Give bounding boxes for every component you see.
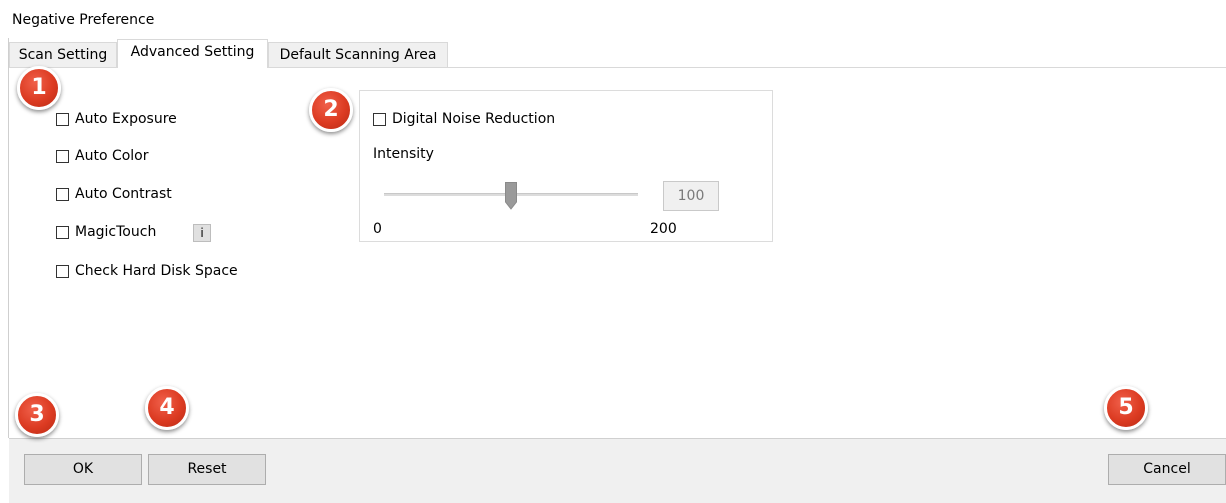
auto-contrast-checkbox[interactable] bbox=[56, 187, 69, 201]
tab-advanced-setting[interactable]: Advanced Setting bbox=[117, 39, 268, 68]
callout-1: 1 bbox=[17, 66, 61, 110]
tab-default-scanning-area[interactable]: Default Scanning Area bbox=[268, 42, 448, 67]
auto-color-checkbox[interactable] bbox=[56, 149, 69, 163]
slider-min-label: 0 bbox=[373, 221, 382, 237]
intensity-slider-thumb[interactable] bbox=[505, 182, 517, 210]
auto-exposure-label: Auto Exposure bbox=[75, 111, 177, 127]
auto-exposure-checkbox[interactable] bbox=[56, 112, 69, 126]
magictouch-checkbox[interactable] bbox=[56, 225, 69, 239]
magictouch-label: MagicTouch bbox=[75, 224, 157, 240]
check-hard-disk-space-option[interactable]: Check Hard Disk Space bbox=[56, 261, 238, 281]
reset-button[interactable]: Reset bbox=[148, 454, 266, 485]
intensity-label: Intensity bbox=[373, 146, 434, 162]
ok-button[interactable]: OK bbox=[24, 454, 142, 485]
check-hard-disk-space-checkbox[interactable] bbox=[56, 264, 69, 278]
digital-noise-reduction-option[interactable]: Digital Noise Reduction bbox=[373, 109, 555, 129]
dialog-border bbox=[8, 38, 9, 438]
slider-thumb-icon bbox=[505, 182, 517, 210]
tab-scan-setting[interactable]: Scan Setting bbox=[9, 42, 117, 67]
auto-exposure-option[interactable]: Auto Exposure bbox=[56, 109, 177, 129]
callout-3: 3 bbox=[15, 393, 59, 437]
digital-noise-reduction-label: Digital Noise Reduction bbox=[392, 111, 556, 127]
window-title: Negative Preference bbox=[12, 12, 155, 28]
cancel-button[interactable]: Cancel bbox=[1108, 454, 1226, 485]
info-icon[interactable]: i bbox=[193, 224, 211, 242]
title-bar: Negative Preference bbox=[0, 0, 1226, 38]
callout-5: 5 bbox=[1104, 386, 1148, 430]
auto-color-label: Auto Color bbox=[75, 148, 149, 164]
callout-2: 2 bbox=[309, 88, 353, 132]
slider-max-label: 200 bbox=[650, 221, 677, 237]
auto-contrast-option[interactable]: Auto Contrast bbox=[56, 184, 172, 204]
magictouch-option[interactable]: MagicTouch bbox=[56, 222, 156, 242]
intensity-value-field[interactable]: 100 bbox=[663, 181, 719, 211]
auto-color-option[interactable]: Auto Color bbox=[56, 146, 149, 166]
check-hard-disk-space-label: Check Hard Disk Space bbox=[75, 263, 238, 279]
auto-contrast-label: Auto Contrast bbox=[75, 186, 172, 202]
callout-4: 4 bbox=[145, 386, 189, 430]
digital-noise-reduction-checkbox[interactable] bbox=[373, 112, 386, 126]
